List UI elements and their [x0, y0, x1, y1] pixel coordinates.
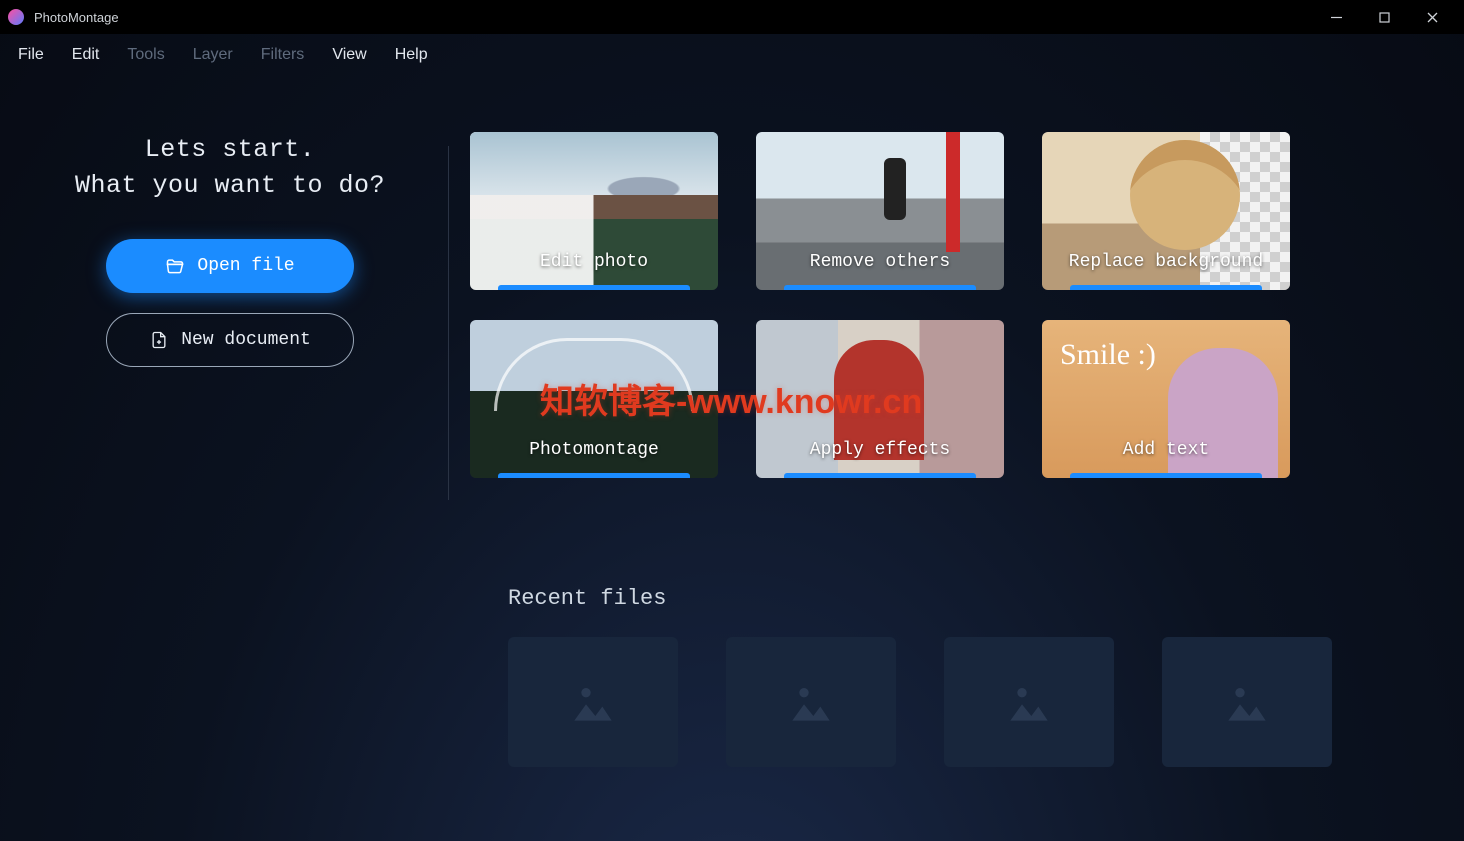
card-accent-bar — [784, 285, 976, 290]
recent-files-section: Recent files — [508, 586, 1332, 767]
heading-line-2: What you want to do? — [40, 168, 420, 204]
close-button[interactable] — [1408, 0, 1456, 34]
folder-open-icon — [165, 256, 185, 276]
new-document-button[interactable]: New document — [106, 313, 354, 367]
new-document-label: New document — [181, 330, 311, 350]
start-heading: Lets start. What you want to do? — [40, 132, 420, 205]
heading-line-1: Lets start. — [40, 132, 420, 168]
card-apply-effects[interactable]: Apply effects — [756, 320, 1004, 478]
card-remove-others[interactable]: Remove others — [756, 132, 1004, 290]
card-label: Edit photo — [470, 252, 718, 272]
file-plus-icon — [149, 330, 169, 350]
open-file-button[interactable]: Open file — [106, 239, 354, 293]
overlay-sample-text: Smile :) — [1060, 338, 1156, 372]
card-add-text[interactable]: Smile :) Add text — [1042, 320, 1290, 478]
card-label: Remove others — [756, 252, 1004, 272]
menu-bar: File Edit Tools Layer Filters View Help — [0, 34, 1464, 76]
card-accent-bar — [498, 473, 690, 478]
card-label: Photomontage — [470, 440, 718, 460]
recent-thumbnails — [508, 637, 1332, 767]
maximize-icon — [1379, 12, 1390, 23]
menu-help[interactable]: Help — [383, 40, 440, 70]
minimize-icon — [1331, 12, 1342, 23]
menu-file[interactable]: File — [6, 40, 56, 70]
recent-files-title: Recent files — [508, 586, 1332, 611]
menu-filters: Filters — [249, 40, 317, 70]
card-accent-bar — [1070, 473, 1262, 478]
open-file-label: Open file — [197, 256, 294, 276]
card-accent-bar — [784, 473, 976, 478]
image-placeholder-icon — [1219, 674, 1275, 730]
image-placeholder-icon — [783, 674, 839, 730]
card-label: Replace background — [1042, 252, 1290, 272]
close-icon — [1427, 12, 1438, 23]
menu-layer: Layer — [181, 40, 245, 70]
minimize-button[interactable] — [1312, 0, 1360, 34]
action-cards: Edit photo Remove others Replace backgro… — [470, 132, 1290, 478]
card-accent-bar — [498, 285, 690, 290]
card-replace-background[interactable]: Replace background — [1042, 132, 1290, 290]
card-photomontage[interactable]: Photomontage — [470, 320, 718, 478]
menu-view[interactable]: View — [320, 40, 378, 70]
card-label: Apply effects — [756, 440, 1004, 460]
card-accent-bar — [1070, 285, 1262, 290]
image-placeholder-icon — [1001, 674, 1057, 730]
start-panel: Lets start. What you want to do? Open fi… — [40, 132, 420, 478]
menu-tools: Tools — [115, 40, 176, 70]
card-label: Add text — [1042, 440, 1290, 460]
app-title: PhotoMontage — [34, 10, 119, 25]
recent-placeholder[interactable] — [944, 637, 1114, 767]
card-edit-photo[interactable]: Edit photo — [470, 132, 718, 290]
vertical-divider — [448, 146, 449, 500]
menu-edit[interactable]: Edit — [60, 40, 112, 70]
app-icon — [8, 9, 24, 25]
recent-placeholder[interactable] — [508, 637, 678, 767]
image-placeholder-icon — [565, 674, 621, 730]
maximize-button[interactable] — [1360, 0, 1408, 34]
recent-placeholder[interactable] — [1162, 637, 1332, 767]
title-bar: PhotoMontage — [0, 0, 1464, 34]
recent-placeholder[interactable] — [726, 637, 896, 767]
